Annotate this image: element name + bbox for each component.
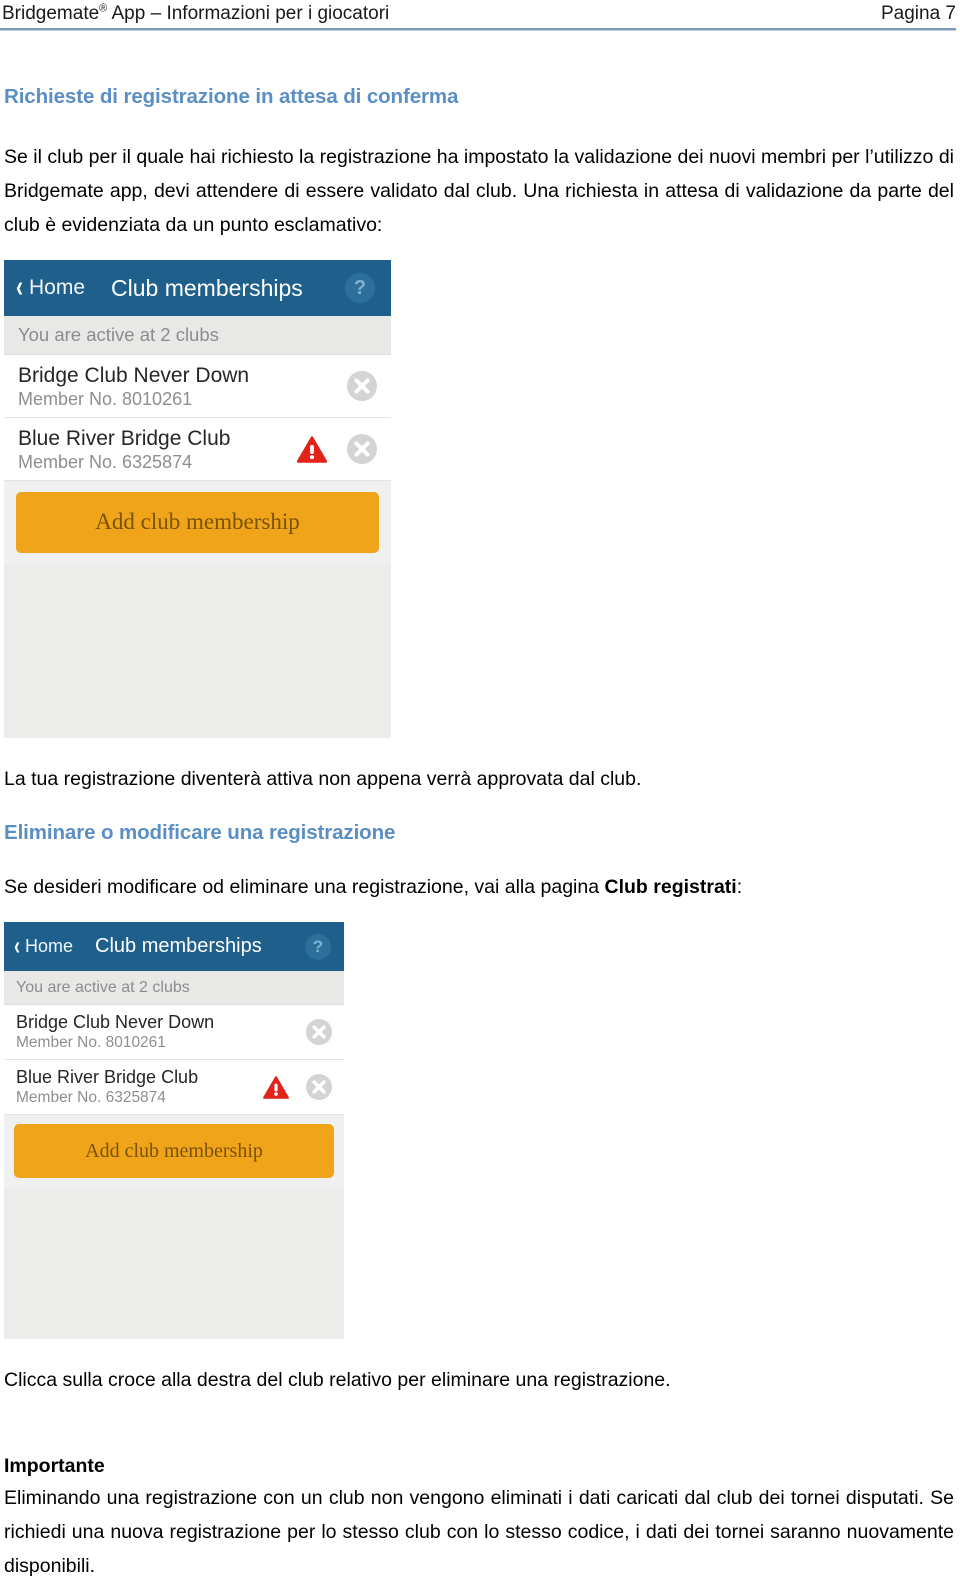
header-divider-rule (0, 28, 956, 31)
document-content: Richieste di registrazione in attesa di … (4, 84, 954, 1583)
paragraph-important-note: Eliminando una registrazione con un club… (4, 1487, 954, 1577)
add-club-membership-button[interactable]: Add club membership (14, 1124, 334, 1178)
help-icon[interactable]: ? (345, 273, 375, 303)
table-row[interactable]: Bridge Club Never Down Member No. 801026… (4, 1005, 344, 1060)
heading-pending-requests: Richieste di registrazione in attesa di … (4, 85, 459, 108)
heading-important: Importante (4, 1455, 105, 1477)
paragraph-pending-requests: Se il club per il quale hai richiesto la… (4, 146, 954, 236)
table-row[interactable]: Bridge Club Never Down Member No. 801026… (4, 355, 391, 418)
paragraph-click-cross: Clicca sulla croce alla destra del club … (4, 1369, 671, 1391)
remove-membership-icon[interactable] (306, 1074, 332, 1100)
remove-membership-icon[interactable] (347, 434, 377, 464)
paragraph-text-before: Se desideri modificare od eliminare una … (4, 876, 605, 898)
app-title-bar: ‹ Home Club memberships ? (4, 260, 391, 316)
club-member-number: Member No. 6325874 (16, 1089, 166, 1106)
app-screen-title: Club memberships (111, 274, 303, 301)
registered-clubs-page-name: Club registrati (604, 876, 737, 898)
back-chevron-icon[interactable]: ‹ (16, 271, 23, 306)
active-clubs-status: You are active at 2 clubs (4, 316, 391, 355)
empty-list-area (4, 1187, 344, 1339)
active-clubs-status: You are active at 2 clubs (4, 971, 344, 1005)
heading-delete-modify-registration: Eliminare o modificare una registrazione (4, 821, 396, 844)
remove-membership-icon[interactable] (347, 371, 377, 401)
back-home-button[interactable]: Home (29, 276, 85, 300)
club-name: Bridge Club Never Down (16, 1012, 215, 1032)
document-title: Bridgemate® App – Informazioni per i gio… (0, 2, 389, 26)
add-club-membership-button[interactable]: Add club membership (16, 491, 379, 553)
app-screenshot-club-memberships-small: ‹ Home Club memberships ? You are active… (4, 922, 344, 1339)
help-icon[interactable]: ? (305, 933, 331, 960)
club-info: Bridge Club Never Down Member No. 801026… (18, 363, 347, 410)
document-title-rest: App – Informazioni per i giocatori (107, 3, 390, 24)
club-name: Bridge Club Never Down (18, 363, 250, 387)
club-info: Blue River Bridge Club Member No. 632587… (18, 426, 297, 473)
remove-membership-icon[interactable] (306, 1019, 332, 1045)
add-membership-zone: Add club membership (4, 1115, 344, 1187)
app-screenshot-club-memberships-large: ‹ Home Club memberships ? You are active… (4, 260, 391, 738)
club-member-number: Member No. 8010261 (18, 388, 193, 409)
club-info: Blue River Bridge Club Member No. 632587… (16, 1067, 263, 1107)
club-name: Blue River Bridge Club (18, 426, 231, 450)
club-member-number: Member No. 8010261 (16, 1034, 166, 1051)
add-membership-zone: Add club membership (4, 481, 391, 563)
app-title-bar: ‹ Home Club memberships ? (4, 922, 344, 971)
club-name: Blue River Bridge Club (16, 1067, 199, 1087)
pending-validation-warning-icon (263, 1075, 289, 1099)
back-home-button[interactable]: Home (25, 936, 73, 957)
app-screen-title: Club memberships (95, 935, 262, 957)
paragraph-text-after: : (736, 876, 743, 898)
pending-validation-warning-icon (297, 435, 327, 463)
table-row[interactable]: Blue River Bridge Club Member No. 632587… (4, 1060, 344, 1115)
club-member-number: Member No. 6325874 (18, 451, 193, 472)
document-title-main: Bridgemate (2, 3, 100, 24)
club-info: Bridge Club Never Down Member No. 801026… (16, 1012, 306, 1052)
page-running-header: Bridgemate® App – Informazioni per i gio… (0, 0, 960, 30)
table-row[interactable]: Blue River Bridge Club Member No. 632587… (4, 418, 391, 481)
back-chevron-icon[interactable]: ‹ (14, 931, 20, 961)
page-number: Pagina 7 (880, 3, 956, 24)
paragraph-goto-registered-clubs: Se desideri modificare od eliminare una … (4, 870, 954, 904)
empty-list-area (4, 563, 391, 738)
paragraph-registration-active: La tua registrazione diventerà attiva no… (4, 768, 642, 790)
